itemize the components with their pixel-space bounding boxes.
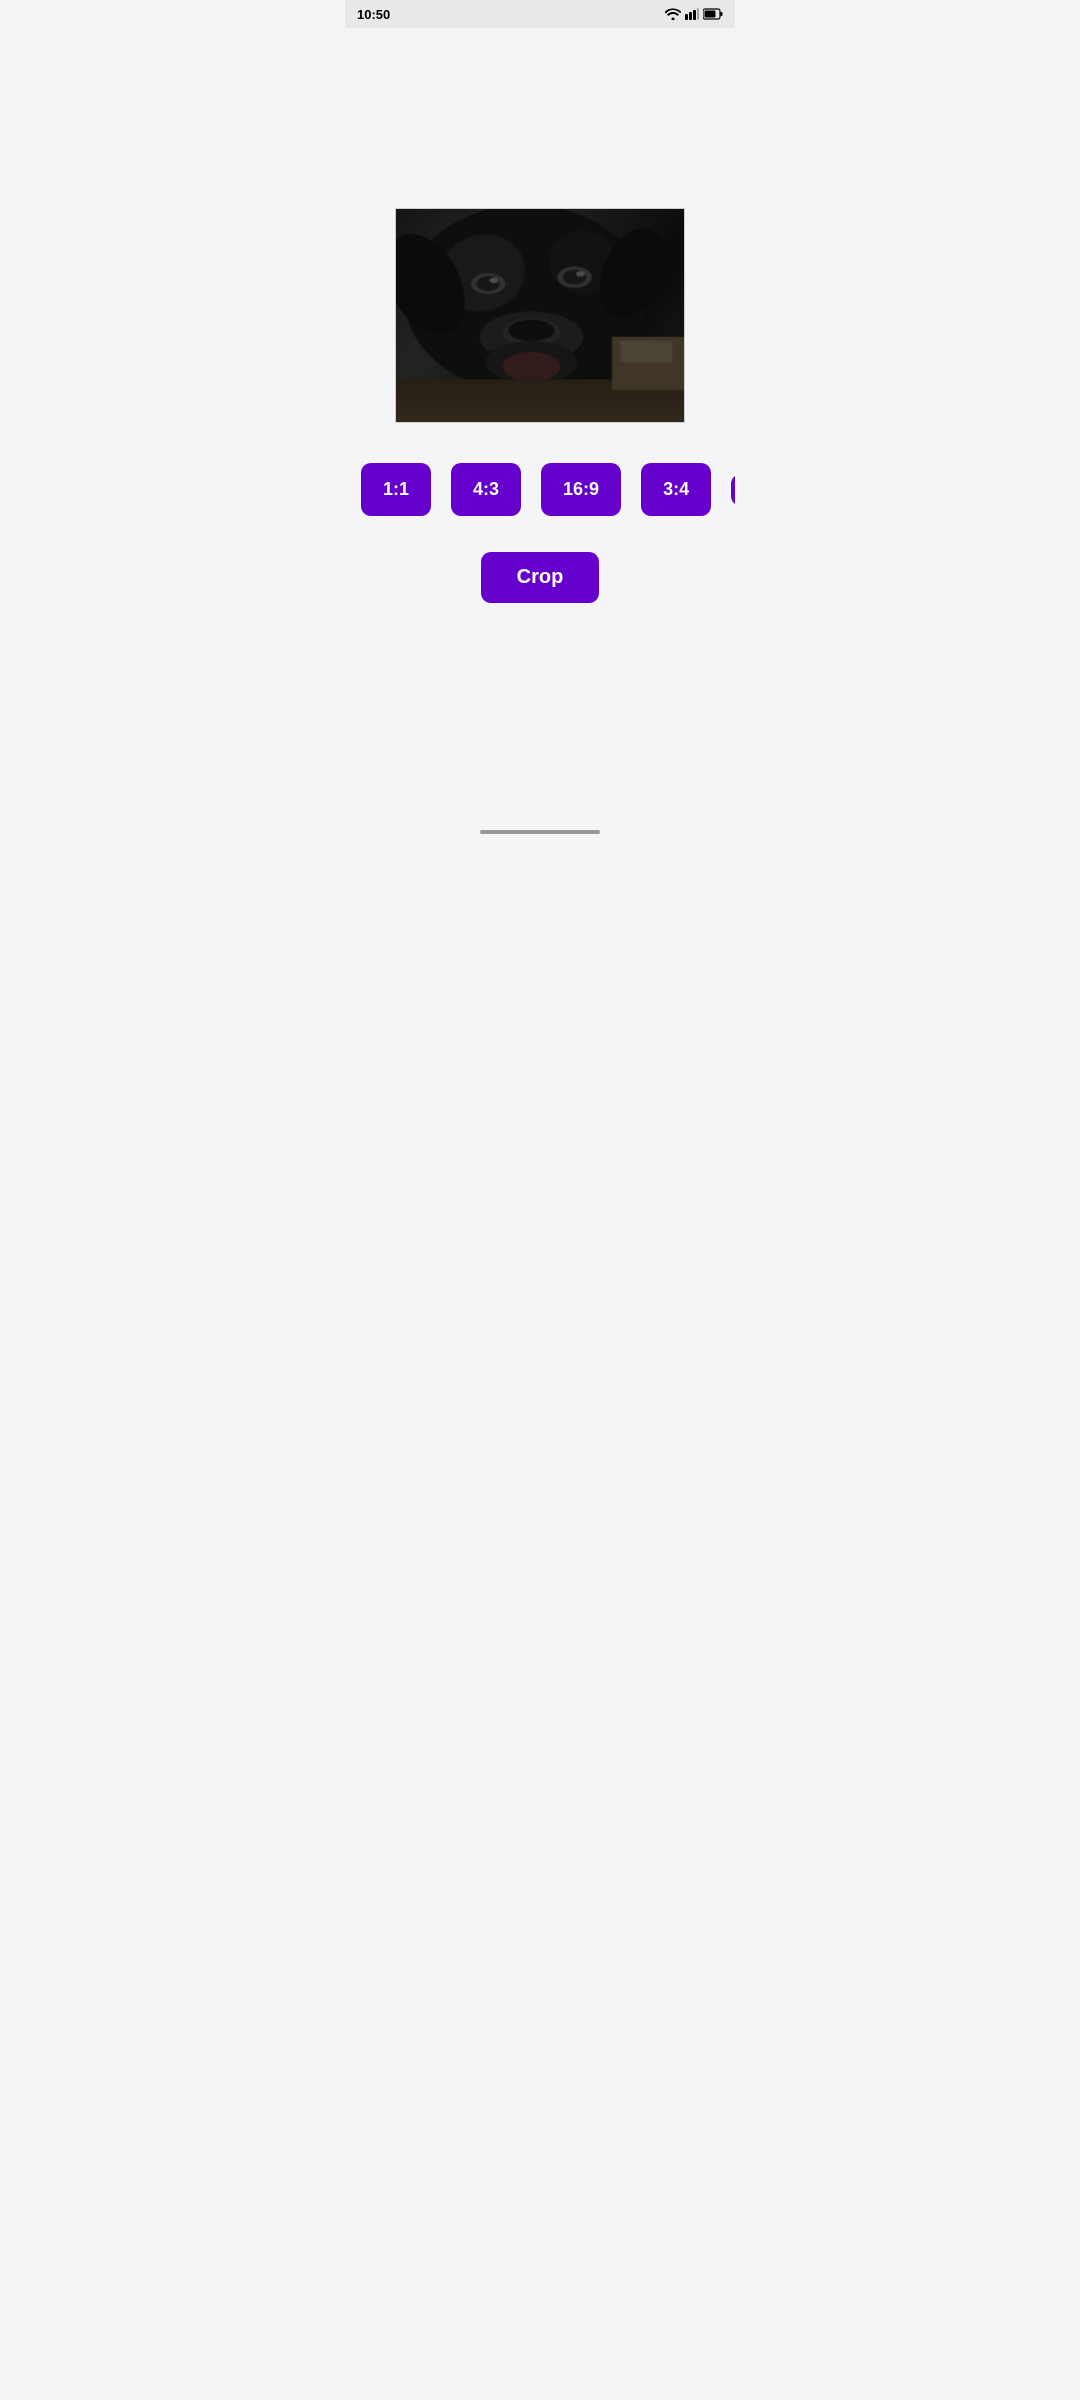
main-content: 1:1 4:3 16:9 3:4 Crop (345, 28, 735, 824)
battery-icon (703, 8, 723, 20)
status-bar: 10:50 (345, 0, 735, 28)
ratio-16-9-button[interactable]: 16:9 (541, 463, 621, 516)
bottom-bar (345, 824, 735, 844)
ratio-3-4-button[interactable]: 3:4 (641, 463, 711, 516)
ratio-buttons-row: 1:1 4:3 16:9 3:4 (345, 463, 735, 516)
signal-icon (685, 8, 699, 20)
dog-image-canvas (396, 209, 684, 422)
status-time: 10:50 (357, 7, 390, 22)
wifi-icon (665, 8, 681, 20)
ratio-extra-button[interactable] (731, 474, 735, 506)
ratio-4-3-button[interactable]: 4:3 (451, 463, 521, 516)
ratio-1-1-button[interactable]: 1:1 (361, 463, 431, 516)
home-indicator (480, 830, 600, 834)
status-icons (665, 8, 723, 20)
crop-button[interactable]: Crop (481, 552, 600, 603)
dog-image-container (395, 208, 685, 423)
